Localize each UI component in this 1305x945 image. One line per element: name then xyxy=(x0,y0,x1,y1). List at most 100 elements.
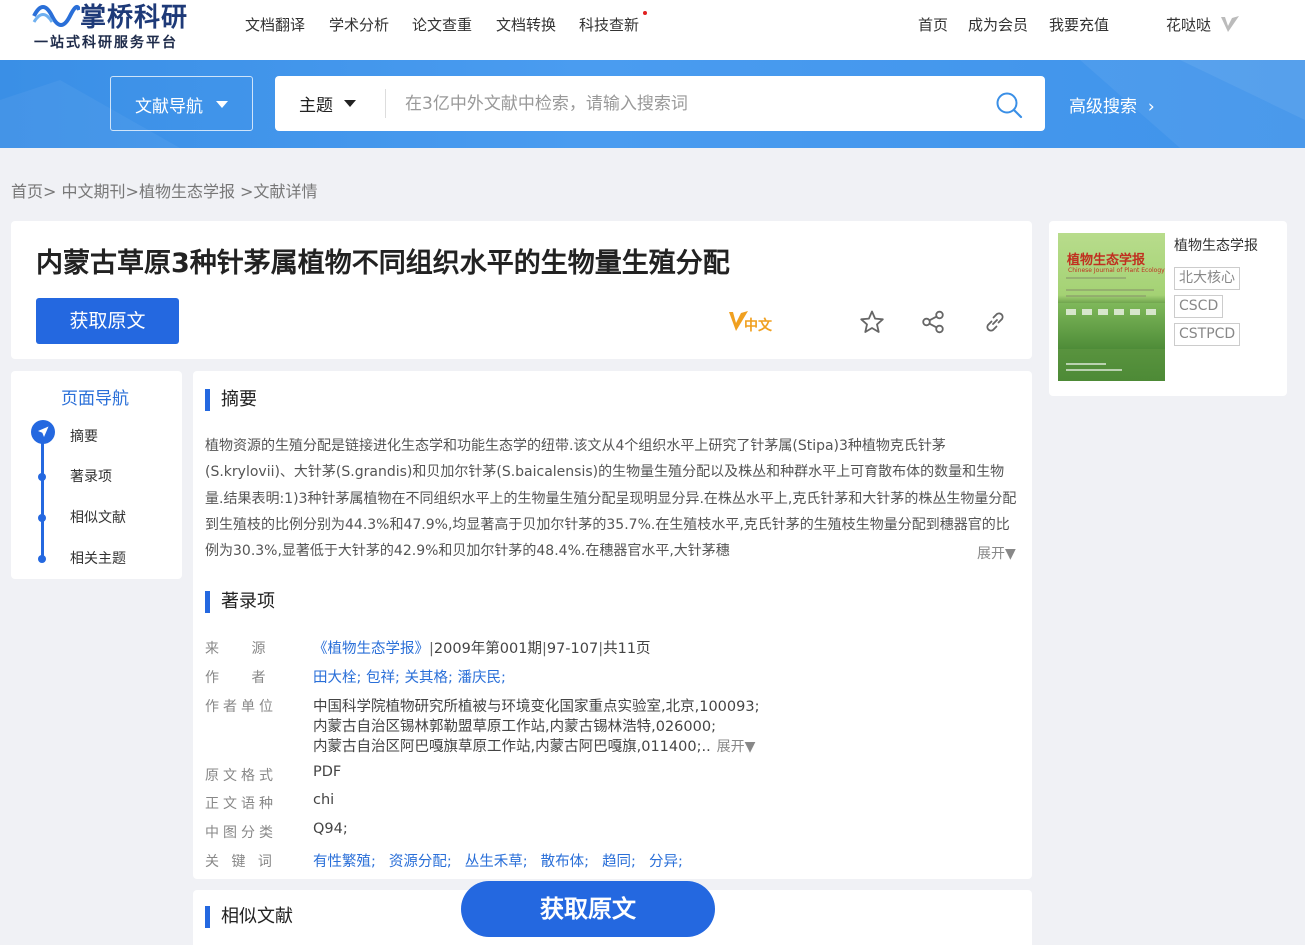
search-box: 主题 xyxy=(275,76,1045,131)
cover-decoration xyxy=(1066,369,1122,371)
user-name[interactable]: 花哒哒 xyxy=(1166,14,1211,35)
clc-label: 中图分类 xyxy=(205,825,277,841)
page-nav-similar[interactable]: 相似文献 xyxy=(70,507,126,527)
chinese-lang-badge: 中文 xyxy=(728,309,778,335)
format-label: 原文格式 xyxy=(205,768,277,784)
abstract-expand-button[interactable]: 展开▼ xyxy=(973,543,1016,563)
section-marker xyxy=(205,389,210,411)
cover-subtitle: Chinese Journal of Plant Ecology xyxy=(1068,267,1165,274)
page-nav-dot xyxy=(38,514,46,522)
language-label: 正文语种 xyxy=(205,796,277,812)
cover-decoration xyxy=(1066,309,1156,315)
nav-doc-convert[interactable]: 文档转换 xyxy=(496,14,556,35)
clc-value: Q94; xyxy=(313,821,348,837)
breadcrumb-current: >文献详情 xyxy=(240,182,318,201)
section-marker xyxy=(205,906,210,928)
page-nav-dot xyxy=(38,555,46,563)
nav-academic-analysis[interactable]: 学术分析 xyxy=(329,14,389,35)
tag-cstpcd: CSTPCD xyxy=(1174,323,1241,346)
unit-line-3-text: 内蒙古自治区阿巴嘎旗草原工作站,内蒙古阿巴嘎旗,011400;.. xyxy=(313,739,711,755)
site-logo[interactable]: 掌桥科研 一站式科研服务平台 xyxy=(32,0,207,54)
source-pages: 97-107 xyxy=(546,641,599,657)
search-icon[interactable] xyxy=(995,91,1023,119)
vip-v-icon xyxy=(1221,16,1239,32)
unit-label: 作者单位 xyxy=(205,699,277,715)
abstract-heading: 摘要 xyxy=(221,389,257,410)
record-heading: 著录项 xyxy=(221,591,275,612)
chevron-down-icon xyxy=(344,100,356,107)
search-scope-select[interactable]: 主题 xyxy=(299,91,333,116)
breadcrumb: 首页> 中文期刊>植物生态学报 >文献详情 xyxy=(11,178,317,202)
star-icon[interactable] xyxy=(859,309,885,335)
keyword-link[interactable]: 分异; xyxy=(649,854,683,870)
keyword-link[interactable]: 有性繁殖; xyxy=(313,854,376,870)
article-title: 内蒙古草原3种针茅属植物不同组织水平的生物量生殖分配 xyxy=(36,248,730,279)
page-nav-abstract[interactable]: 摘要 xyxy=(70,426,98,446)
floating-get-fulltext-button[interactable]: 获取原文 xyxy=(461,881,715,937)
source-page-count: 共11页 xyxy=(603,641,651,657)
keyword-link[interactable]: 散布体; xyxy=(541,854,589,870)
cover-decoration xyxy=(1066,289,1154,291)
advanced-search-link[interactable]: 高级搜索 › xyxy=(1069,92,1155,117)
source-label: 来 源 xyxy=(205,641,280,657)
keyword-link[interactable]: 趋同; xyxy=(602,854,636,870)
page-nav-dot xyxy=(38,473,46,481)
breadcrumb-cn-journals[interactable]: 中文期刊> xyxy=(62,182,139,201)
author-label: 作 者 xyxy=(205,670,280,686)
share-icon[interactable] xyxy=(920,309,946,335)
nav-membership[interactable]: 成为会员 xyxy=(968,14,1028,35)
page-nav-record[interactable]: 著录项 xyxy=(70,466,112,486)
search-banner: 文献导航 主题 高级搜索 › xyxy=(0,60,1305,148)
format-value: PDF xyxy=(313,764,342,780)
nav-novelty-search[interactable]: 科技查新 xyxy=(579,14,639,35)
search-input[interactable] xyxy=(405,86,975,121)
nav-plagiarism-check[interactable]: 论文查重 xyxy=(412,14,472,35)
author-links[interactable]: 田大栓; 包祥; 关其格; 潘庆民; xyxy=(313,666,506,687)
article-title-card: 内蒙古草原3种针茅属植物不同组织水平的生物量生殖分配 获取原文 中文 xyxy=(11,221,1032,359)
page-nav-track xyxy=(41,434,44,558)
literature-nav-label: 文献导航 xyxy=(135,97,203,117)
nav-recharge[interactable]: 我要充值 xyxy=(1049,14,1109,35)
keyword-link[interactable]: 资源分配; xyxy=(389,854,452,870)
tag-pku-core: 北大核心 xyxy=(1174,267,1240,290)
breadcrumb-home[interactable]: 首页> xyxy=(11,182,56,201)
page-nav-title: 页面导航 xyxy=(61,389,129,409)
nav-doc-translate[interactable]: 文档翻译 xyxy=(245,14,305,35)
keyword-link[interactable]: 丛生禾草; xyxy=(465,854,528,870)
search-divider xyxy=(385,89,386,118)
logo-wave-icon xyxy=(32,4,80,27)
keywords-label: 关 键 词 xyxy=(205,854,276,870)
link-icon[interactable] xyxy=(982,309,1008,335)
source-journal-link[interactable]: 《植物生态学报》 xyxy=(313,641,429,657)
breadcrumb-journal[interactable]: 植物生态学报 xyxy=(139,182,235,201)
logo-name: 掌桥科研 xyxy=(80,3,189,33)
keywords-list: 有性繁殖; 资源分配; 丛生禾草; 散布体; 趋同; 分异; xyxy=(313,850,696,871)
source-value: 《植物生态学报》|2009年第001期|97-107|共11页 xyxy=(313,641,651,657)
tag-cscd: CSCD xyxy=(1174,295,1224,318)
new-badge-dot xyxy=(643,11,647,15)
language-value: chi xyxy=(313,792,335,808)
lang-badge-text: 中文 xyxy=(744,318,772,334)
journal-cover-image[interactable]: 植物生态学报 Chinese Journal of Plant Ecology xyxy=(1058,233,1165,381)
cover-title: 植物生态学报 xyxy=(1067,253,1146,268)
nav-home[interactable]: 首页 xyxy=(918,14,948,35)
page-navigation: 页面导航 摘要 著录项 相似文献 相关主题 xyxy=(11,371,182,579)
page-nav-topics[interactable]: 相关主题 xyxy=(70,548,126,568)
logo-slogan: 一站式科研服务平台 xyxy=(34,35,178,51)
get-fulltext-button[interactable]: 获取原文 xyxy=(36,298,179,344)
abstract-text: 植物资源的生殖分配是链接进化生态学和功能生态学的纽带.该文从4个组织水平上研究了… xyxy=(205,438,1017,557)
chevron-down-icon xyxy=(216,101,228,108)
journal-card: 植物生态学报 Chinese Journal of Plant Ecology … xyxy=(1049,221,1287,396)
source-issue: 2009年第001期 xyxy=(433,641,542,657)
unit-line-2: 内蒙古自治区锡林郭勒盟草原工作站,内蒙古锡林浩特,026000; xyxy=(313,719,716,735)
advanced-search-label: 高级搜索 xyxy=(1069,97,1137,117)
section-marker xyxy=(205,591,210,613)
unit-line-1: 中国科学院植物研究所植被与环境变化国家重点实验室,北京,100093; xyxy=(313,699,760,715)
chevron-right-icon: › xyxy=(1147,97,1155,117)
literature-nav-dropdown[interactable]: 文献导航 xyxy=(110,76,253,131)
cover-decoration xyxy=(1066,277,1126,279)
navigation-arrow-icon xyxy=(38,426,49,437)
journal-name[interactable]: 植物生态学报 xyxy=(1174,235,1258,255)
unit-expand-button[interactable]: 展开▼ xyxy=(717,739,756,755)
article-detail-panel: 摘要 植物资源的生殖分配是链接进化生态学和功能生态学的纽带.该文从4个组织水平上… xyxy=(193,371,1032,879)
